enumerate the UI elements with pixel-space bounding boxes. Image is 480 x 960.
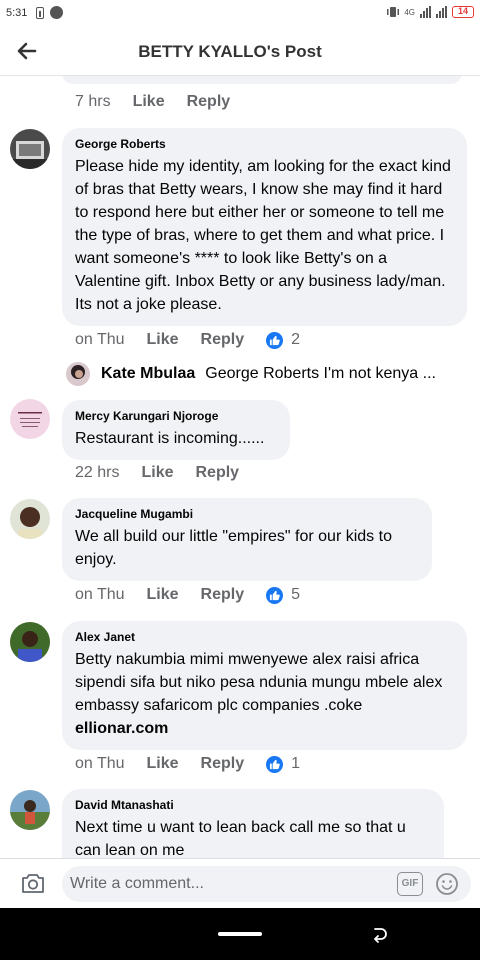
reply-author[interactable]: Kate Mbulaa — [101, 365, 195, 383]
avatar-image — [10, 790, 50, 830]
comment-bubble[interactable]: Alex Janet Betty nakumbia mimi mwenyewe … — [62, 621, 467, 750]
comments-list[interactable]: 7 hrs Like Reply George Roberts Please h… — [0, 76, 480, 858]
comment-time: 7 hrs — [75, 93, 111, 110]
signal-2-icon — [436, 6, 447, 18]
avatar[interactable] — [10, 129, 50, 169]
avatar-image — [10, 622, 50, 662]
reply-button[interactable]: Reply — [187, 93, 231, 111]
comment-text: Please hide my identity, am looking for … — [75, 158, 451, 313]
like-button[interactable]: Like — [147, 586, 179, 604]
signal-icon — [420, 6, 431, 18]
like-button[interactable]: Like — [141, 464, 173, 482]
avatar[interactable] — [10, 790, 50, 830]
comment-bubble[interactable]: George Roberts Please hide my identity, … — [62, 128, 467, 326]
avatar — [66, 362, 90, 386]
reply-button[interactable]: Reply — [201, 755, 245, 773]
system-nav-bar — [0, 908, 480, 960]
reaction-count[interactable]: 2 — [266, 331, 300, 349]
comment-author[interactable]: Alex Janet — [75, 630, 454, 644]
page-title: BETTY KYALLO's Post — [138, 42, 322, 61]
comment-author[interactable]: David Mtanashati — [75, 798, 431, 812]
like-button[interactable]: Like — [147, 331, 179, 349]
system-back-button[interactable] — [370, 925, 390, 945]
reaction-number: 5 — [291, 586, 301, 603]
network-type: 4G — [404, 7, 415, 17]
comment-actions: 7 hrs Like Reply — [75, 93, 252, 111]
camera-icon — [22, 874, 44, 893]
status-right: 4G 14 — [387, 6, 474, 18]
previous-comment-bubble — [62, 76, 462, 84]
reply-text: George Roberts I'm not kenya ... — [205, 365, 436, 382]
comment-text: Restaurant is incoming...... — [75, 430, 265, 447]
status-left-icons — [36, 6, 63, 19]
comment-text: Next time u want to lean back call me so… — [75, 819, 406, 858]
notification-dot-icon — [50, 6, 63, 19]
comment-time: 22 hrs — [75, 464, 120, 481]
avatar[interactable] — [10, 499, 50, 539]
vibrate-icon — [387, 7, 400, 17]
gif-icon[interactable]: GIF — [397, 872, 423, 896]
reply-preview[interactable]: Kate Mbulaa George Roberts I'm not kenya… — [66, 362, 436, 386]
avatar-image — [10, 499, 50, 539]
comment-time: on Thu — [75, 586, 125, 603]
comment-time: on Thu — [75, 331, 125, 348]
battery-saver-icon — [36, 6, 44, 19]
avatar[interactable] — [10, 399, 50, 439]
system-back-icon — [374, 928, 387, 943]
comment-text: Betty nakumbia mimi mwenyewe alex raisi … — [75, 651, 443, 714]
like-button[interactable]: Like — [147, 755, 179, 773]
reaction-number: 1 — [291, 755, 301, 772]
comment-bubble[interactable]: David Mtanashati Next time u want to lea… — [62, 789, 444, 858]
comment-composer: GIF — [0, 858, 480, 908]
avatar-image — [10, 129, 50, 169]
like-button[interactable]: Like — [133, 93, 165, 111]
comment-bubble[interactable]: Jacqueline Mugambi We all build our litt… — [62, 498, 432, 581]
like-thumb-icon — [266, 755, 284, 773]
emoji-icon — [436, 873, 458, 895]
like-thumb-icon — [266, 586, 284, 604]
camera-button[interactable] — [20, 871, 46, 895]
comment-actions: on Thu Like Reply 1 — [75, 755, 300, 773]
comment-author[interactable]: Mercy Karungari Njoroge — [75, 409, 277, 423]
comment-actions: on Thu Like Reply 2 — [75, 331, 300, 349]
comment-link[interactable]: ellionar.com — [75, 717, 454, 740]
emoji-button[interactable] — [435, 872, 459, 896]
like-thumb-icon — [266, 331, 284, 349]
home-gesture-pill[interactable] — [218, 932, 262, 936]
comment-text: We all build our little "empires" for ou… — [75, 528, 392, 568]
status-bar: 5:31 4G 14 — [0, 0, 480, 26]
reply-button[interactable]: Reply — [195, 464, 239, 482]
reply-button[interactable]: Reply — [201, 586, 245, 604]
reaction-count[interactable]: 5 — [266, 586, 300, 604]
comment-time: on Thu — [75, 755, 125, 772]
reply-button[interactable]: Reply — [201, 331, 245, 349]
reaction-number: 2 — [291, 331, 301, 348]
reaction-count[interactable]: 1 — [266, 755, 300, 773]
avatar[interactable] — [10, 622, 50, 662]
comment-actions: on Thu Like Reply 5 — [75, 586, 300, 604]
battery-icon: 14 — [452, 6, 474, 18]
avatar-image — [10, 399, 50, 439]
comment-actions: 22 hrs Like Reply — [75, 464, 261, 482]
comment-author[interactable]: George Roberts — [75, 137, 454, 151]
comment-author[interactable]: Jacqueline Mugambi — [75, 507, 419, 521]
comment-bubble[interactable]: Mercy Karungari Njoroge Restaurant is in… — [62, 400, 290, 460]
app-header: BETTY KYALLO's Post — [0, 26, 480, 76]
status-time: 5:31 — [6, 7, 28, 19]
